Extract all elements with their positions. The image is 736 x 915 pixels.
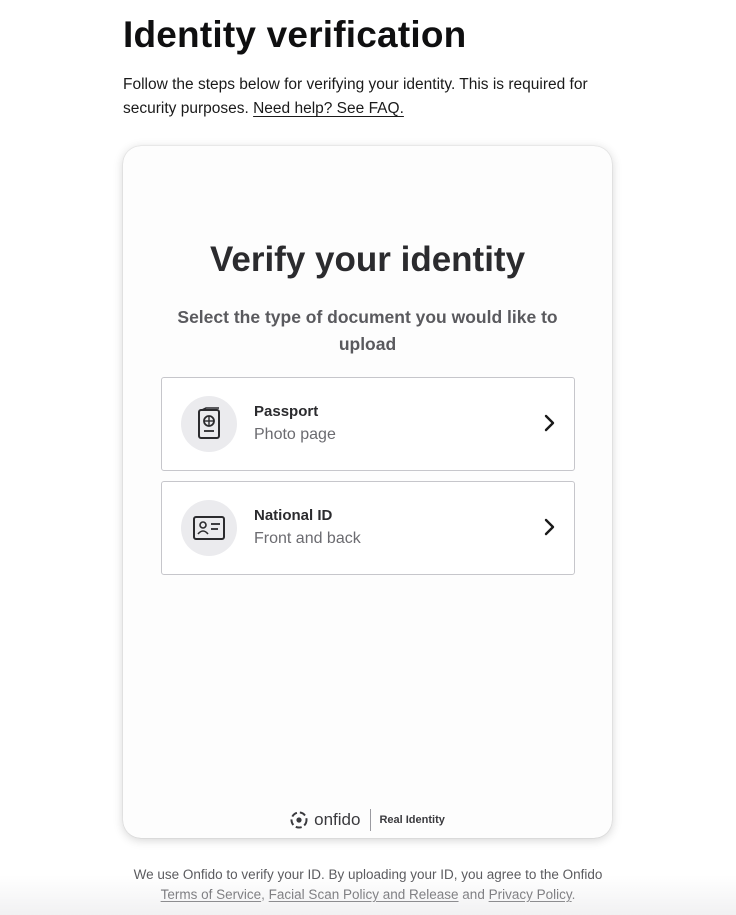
- brand-tagline: Real Identity: [379, 814, 445, 826]
- onfido-logo: onfido: [290, 810, 360, 830]
- passport-hint: Photo page: [254, 426, 336, 443]
- onfido-mark-icon: [290, 811, 308, 829]
- terms-link[interactable]: Terms of Service: [161, 887, 262, 902]
- card-subtitle: Select the type of document you would li…: [177, 307, 558, 354]
- passport-label: Passport: [254, 403, 319, 420]
- verification-card: Verify your identity Select the type of …: [123, 146, 612, 838]
- id-card-icon: [181, 500, 237, 556]
- disclaimer-prefix: We use Onfido to verify your ID. By uplo…: [133, 867, 603, 882]
- brand-name: onfido: [314, 810, 361, 829]
- card-title: Verify your identity: [209, 240, 526, 279]
- disclaimer-separator: ,: [261, 887, 265, 902]
- national-id-option[interactable]: National ID Front and back: [161, 481, 575, 575]
- faq-link[interactable]: Need help? See FAQ.: [253, 100, 404, 117]
- card-footer: onfido Real Identity: [123, 806, 612, 834]
- facial-scan-policy-link[interactable]: Facial Scan Policy and Release: [269, 887, 459, 902]
- passport-option[interactable]: Passport Photo page: [161, 377, 575, 471]
- disclaimer-and: and: [462, 887, 485, 902]
- footer-divider: [370, 809, 372, 831]
- intro-text: Follow the steps below for verifying you…: [123, 73, 593, 121]
- disclaimer-suffix: .: [571, 887, 576, 902]
- passport-icon: [181, 396, 237, 452]
- chevron-right-icon: [544, 518, 555, 536]
- national-id-hint: Front and back: [254, 530, 361, 547]
- national-id-label: National ID: [254, 507, 333, 524]
- chevron-right-icon: [544, 414, 555, 432]
- disclaimer: We use Onfido to verify your ID. By uplo…: [128, 865, 608, 905]
- privacy-policy-link[interactable]: Privacy Policy: [489, 887, 572, 902]
- page-title: Identity verification: [123, 14, 467, 55]
